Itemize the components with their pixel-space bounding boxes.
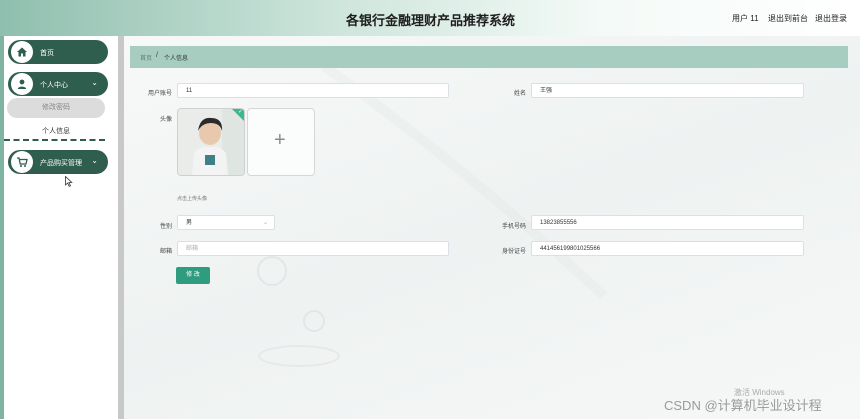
sidebar-item-label: 首页 <box>40 50 54 57</box>
submit-button[interactable]: 修 改 <box>176 267 210 284</box>
logout-link[interactable]: 退出登录 <box>815 13 847 24</box>
gender-label: 性别 <box>159 224 172 230</box>
current-user-label: 用户 11 <box>732 14 759 23</box>
idcard-label: 身份证号 <box>501 249 526 255</box>
chevron-down-icon: ⌄ <box>262 220 268 226</box>
account-input[interactable]: 11 <box>177 83 449 98</box>
sidebar-item-label: 个人中心 <box>40 82 68 89</box>
sidebar: 首页 个人中心 ⌄ 修改密码 个人信息 产品购买管理 ⌄ <box>4 36 116 419</box>
mouse-cursor-icon <box>65 175 73 190</box>
breadcrumb-separator: / <box>156 52 158 59</box>
home-icon <box>11 41 33 63</box>
user-icon <box>11 73 33 95</box>
breadcrumb-current: 个人信息 <box>164 56 189 62</box>
submenu-personal-info[interactable]: 个人信息 <box>7 126 105 136</box>
top-header: 各银行金融理财产品推荐系统 用户 11 退出到前台 退出登录 <box>0 0 860 36</box>
sidebar-item-label: 产品购买管理 <box>40 160 82 167</box>
chevron-down-icon: ⌄ <box>91 156 98 165</box>
email-label: 邮箱 <box>159 249 172 255</box>
gender-select[interactable]: 男 ⌄ <box>177 215 275 230</box>
menu-divider <box>4 139 105 141</box>
cart-icon <box>11 151 33 173</box>
plus-icon: + <box>274 129 286 151</box>
breadcrumb: 首页 / 个人信息 <box>130 46 848 68</box>
email-input[interactable]: 邮箱 <box>177 241 449 256</box>
avatar-image[interactable]: ✓ <box>177 108 245 176</box>
gender-value: 男 <box>186 220 193 226</box>
avatar-upload-button[interactable]: + <box>247 108 315 176</box>
app-title: 各银行金融理财产品推荐系统 <box>346 13 516 28</box>
submenu-change-password[interactable]: 修改密码 <box>7 98 105 118</box>
name-input[interactable]: 王强 <box>531 83 804 98</box>
breadcrumb-home-link[interactable]: 首页 <box>140 53 152 62</box>
csdn-watermark: CSDN @计算机毕业设计程 <box>664 398 822 413</box>
chevron-down-icon: ⌄ <box>91 78 98 87</box>
avatar-label: 头像 <box>159 117 172 123</box>
idcard-input[interactable]: 441456199801025566 <box>531 241 804 256</box>
sidebar-item-personal-center[interactable]: 个人中心 ⌄ <box>8 72 108 96</box>
sidebar-item-product-purchase[interactable]: 产品购买管理 ⌄ <box>8 150 108 174</box>
back-to-front-link[interactable]: 退出到前台 <box>768 13 808 24</box>
upload-hint: 点击上传头像 <box>177 196 208 202</box>
name-label: 姓名 <box>513 91 526 97</box>
account-label: 用户账号 <box>147 91 172 97</box>
check-icon: ✓ <box>237 109 243 115</box>
phone-input[interactable]: 13823855556 <box>531 215 804 230</box>
phone-label: 手机号码 <box>501 224 526 230</box>
sidebar-item-home[interactable]: 首页 <box>8 40 108 64</box>
